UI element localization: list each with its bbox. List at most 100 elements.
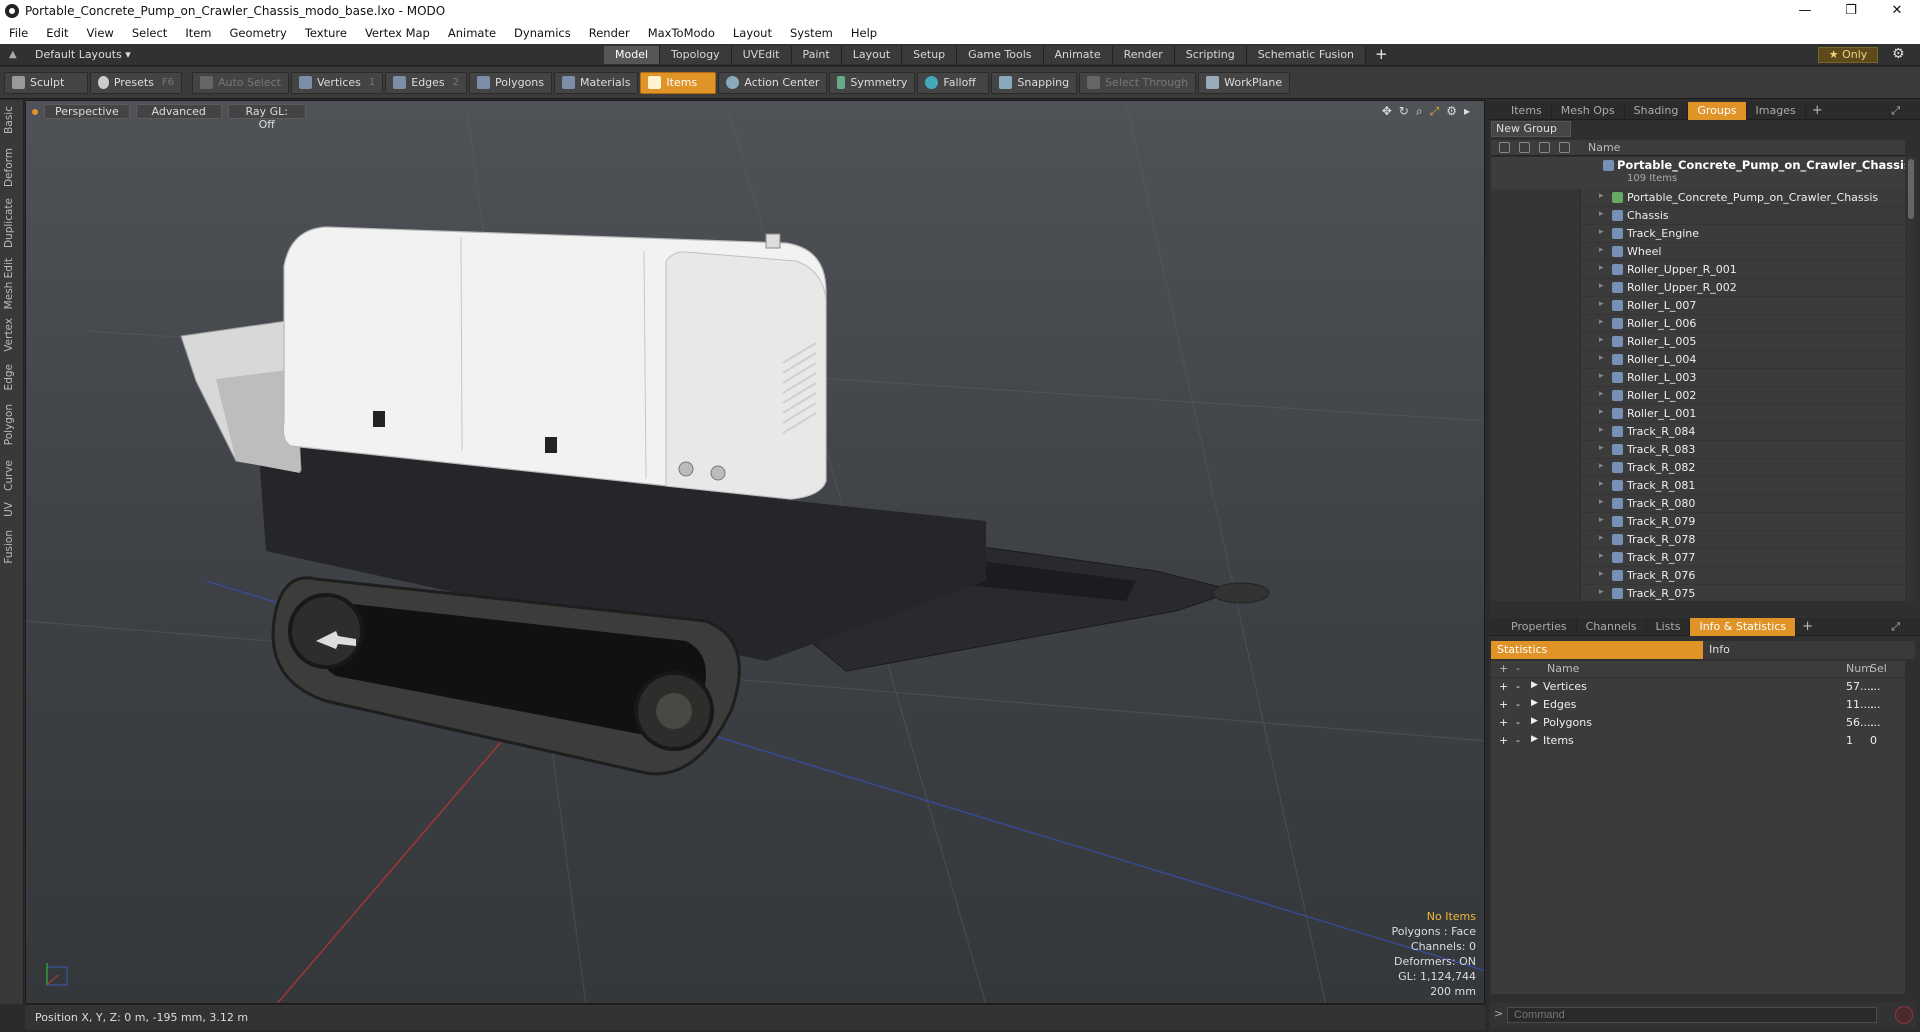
stats-name-header[interactable]: Name [1547,662,1579,675]
list-item[interactable]: ▸ Roller_L_006 [1491,315,1905,333]
list-item[interactable]: ▸ Roller_L_004 [1491,351,1905,369]
expand-arrow-icon[interactable]: ▶ [1531,734,1538,744]
raygl-toggle[interactable]: Ray GL: Off [227,104,306,131]
expand-arrow-icon[interactable]: ▶ [1531,716,1538,726]
list-item[interactable]: ▸ Roller_L_007 [1491,297,1905,315]
snapping-button[interactable]: Snapping [991,71,1078,94]
left-tab-deform[interactable]: Deform [3,148,15,187]
list-item[interactable]: ▸ Chassis [1491,207,1905,225]
fit-view-icon[interactable]: ⤢ [1430,104,1440,119]
minimize-button[interactable]: — [1782,0,1828,22]
lock-column-icon[interactable] [1539,142,1550,153]
minus-icon[interactable]: - [1516,734,1520,747]
new-group-button[interactable]: New Group [1491,121,1571,137]
minus-icon[interactable]: - [1516,680,1520,693]
expand-arrow-icon[interactable]: ▸ [1599,515,1604,525]
panel-tab-properties[interactable]: Properties [1489,617,1577,636]
menu-edit[interactable]: Edit [37,26,77,40]
subtab-statistics[interactable]: Statistics [1491,641,1703,659]
symmetry-button[interactable]: Symmetry [829,71,916,94]
table-row[interactable]: + - ▶ Edges 11.... ... [1491,696,1905,714]
name-column-header[interactable]: Name [1588,141,1620,154]
list-item[interactable]: ▸ Track_R_077 [1491,549,1905,567]
expand-arrow-icon[interactable]: ▸ [1599,551,1604,561]
expand-arrow-icon[interactable]: ▸ [1599,389,1604,399]
panel-expand-icon[interactable]: ⤢ [1891,104,1900,118]
auto-select-button[interactable]: Auto Select [192,71,289,94]
rotate-view-icon[interactable]: ↻ [1399,104,1409,119]
table-row[interactable]: + - ▶ Polygons 56.... ... [1491,714,1905,732]
menu-select[interactable]: Select [123,26,176,40]
menu-file[interactable]: File [0,26,37,40]
move-view-icon[interactable]: ✥ [1382,104,1392,119]
expand-arrow-icon[interactable]: ▸ [1599,425,1604,435]
edges-button[interactable]: Edges 2 [385,71,468,94]
command-input[interactable] [1507,1007,1877,1023]
expand-arrow-icon[interactable]: ▸ [1599,569,1604,579]
advanced-dropdown[interactable]: Advanced [135,104,222,119]
tab-render[interactable]: Render [1112,46,1175,64]
expand-arrow-icon[interactable]: ▸ [1599,461,1604,471]
tab-topology[interactable]: Topology [660,46,732,64]
command-record-button[interactable] [1895,1006,1913,1024]
tab-game-tools[interactable]: Game Tools [957,46,1044,64]
zoom-view-icon[interactable]: ⌕ [1416,104,1423,119]
action-center-button[interactable]: Action Center [718,71,828,94]
expand-arrow-icon[interactable]: ▸ [1599,281,1604,291]
expand-arrow-icon[interactable]: ▸ [1599,443,1604,453]
tab-scripting[interactable]: Scripting [1174,46,1247,64]
left-tab-curve[interactable]: Curve [3,460,15,491]
list-item[interactable]: ▸ Track_Engine [1491,225,1905,243]
expand-arrow-icon[interactable]: ▸ [1599,263,1604,273]
expand-arrow-icon[interactable]: ▸ [1599,299,1604,309]
plus-icon[interactable]: + [1499,716,1508,729]
minus-icon[interactable]: - [1516,716,1520,729]
expand-arrow-icon[interactable]: ▸ [1599,227,1604,237]
list-item[interactable]: ▸ Portable_Concrete_Pump_on_Crawler_Chass… [1491,189,1905,207]
panel-tab-mesh-ops[interactable]: Mesh Ops [1552,101,1625,120]
materials-button[interactable]: Materials [554,71,639,94]
menu-animate[interactable]: Animate [439,26,505,40]
panel-tab-channels[interactable]: Channels [1577,617,1647,636]
menu-system[interactable]: System [781,26,842,40]
vertices-button[interactable]: Vertices 1 [290,71,384,94]
list-item[interactable]: ▸ Roller_L_002 [1491,387,1905,405]
expand-arrow-icon[interactable]: ▸ [1599,371,1604,381]
viewport-settings-icon[interactable]: ⚙ [1446,104,1457,119]
expand-arrow-icon[interactable]: ▸ [1599,209,1604,219]
list-item[interactable]: ▸ Track_R_079 [1491,513,1905,531]
list-item[interactable]: ▸ Track_R_078 [1491,531,1905,549]
panel-tab-images[interactable]: Images [1747,101,1806,120]
list-item[interactable]: ▸ Roller_Upper_R_001 [1491,261,1905,279]
render-column-icon[interactable] [1519,142,1530,153]
expand-arrow-icon[interactable]: ▸ [1599,317,1604,327]
expand-arrow-icon[interactable]: ▶ [1531,698,1538,708]
list-item[interactable]: ▸ Roller_L_001 [1491,405,1905,423]
add-stats-tab-button[interactable]: + [1796,619,1819,634]
menu-item[interactable]: Item [176,26,220,40]
list-item[interactable]: ▸ Track_R_076 [1491,567,1905,585]
left-tab-fusion[interactable]: Fusion [3,530,15,564]
layout-selector[interactable]: Default Layouts ▾ [35,48,131,61]
left-tab-mesh-edit[interactable]: Mesh Edit [3,258,15,309]
expand-arrow-icon[interactable]: ▸ [1599,353,1604,363]
list-item[interactable]: ▸ Roller_L_005 [1491,333,1905,351]
plus-icon[interactable]: + [1499,680,1508,693]
expand-arrow-icon[interactable]: ▸ [1599,587,1604,597]
workplane-button[interactable]: WorkPlane [1198,71,1291,94]
add-panel-tab-button[interactable]: + [1806,103,1829,118]
minus-icon[interactable]: - [1516,698,1520,711]
table-row[interactable]: + - ▶ Items 1 0 [1491,732,1905,750]
left-tab-vertex[interactable]: Vertex [3,318,15,352]
left-tab-uv[interactable]: UV [3,502,15,517]
menu-geometry[interactable]: Geometry [221,26,296,40]
add-layout-tab-button[interactable]: + [1366,46,1397,64]
groups-scrollbar[interactable] [1906,157,1916,601]
perspective-dropdown[interactable]: Perspective [44,104,130,119]
list-item[interactable]: ▸ Track_R_075 [1491,585,1905,601]
panel-tab-shading[interactable]: Shading [1625,101,1689,120]
menu-dynamics[interactable]: Dynamics [505,26,580,40]
menu-render[interactable]: Render [580,26,639,40]
left-tab-basic[interactable]: Basic [3,106,15,134]
tab-layout[interactable]: Layout [841,46,903,64]
